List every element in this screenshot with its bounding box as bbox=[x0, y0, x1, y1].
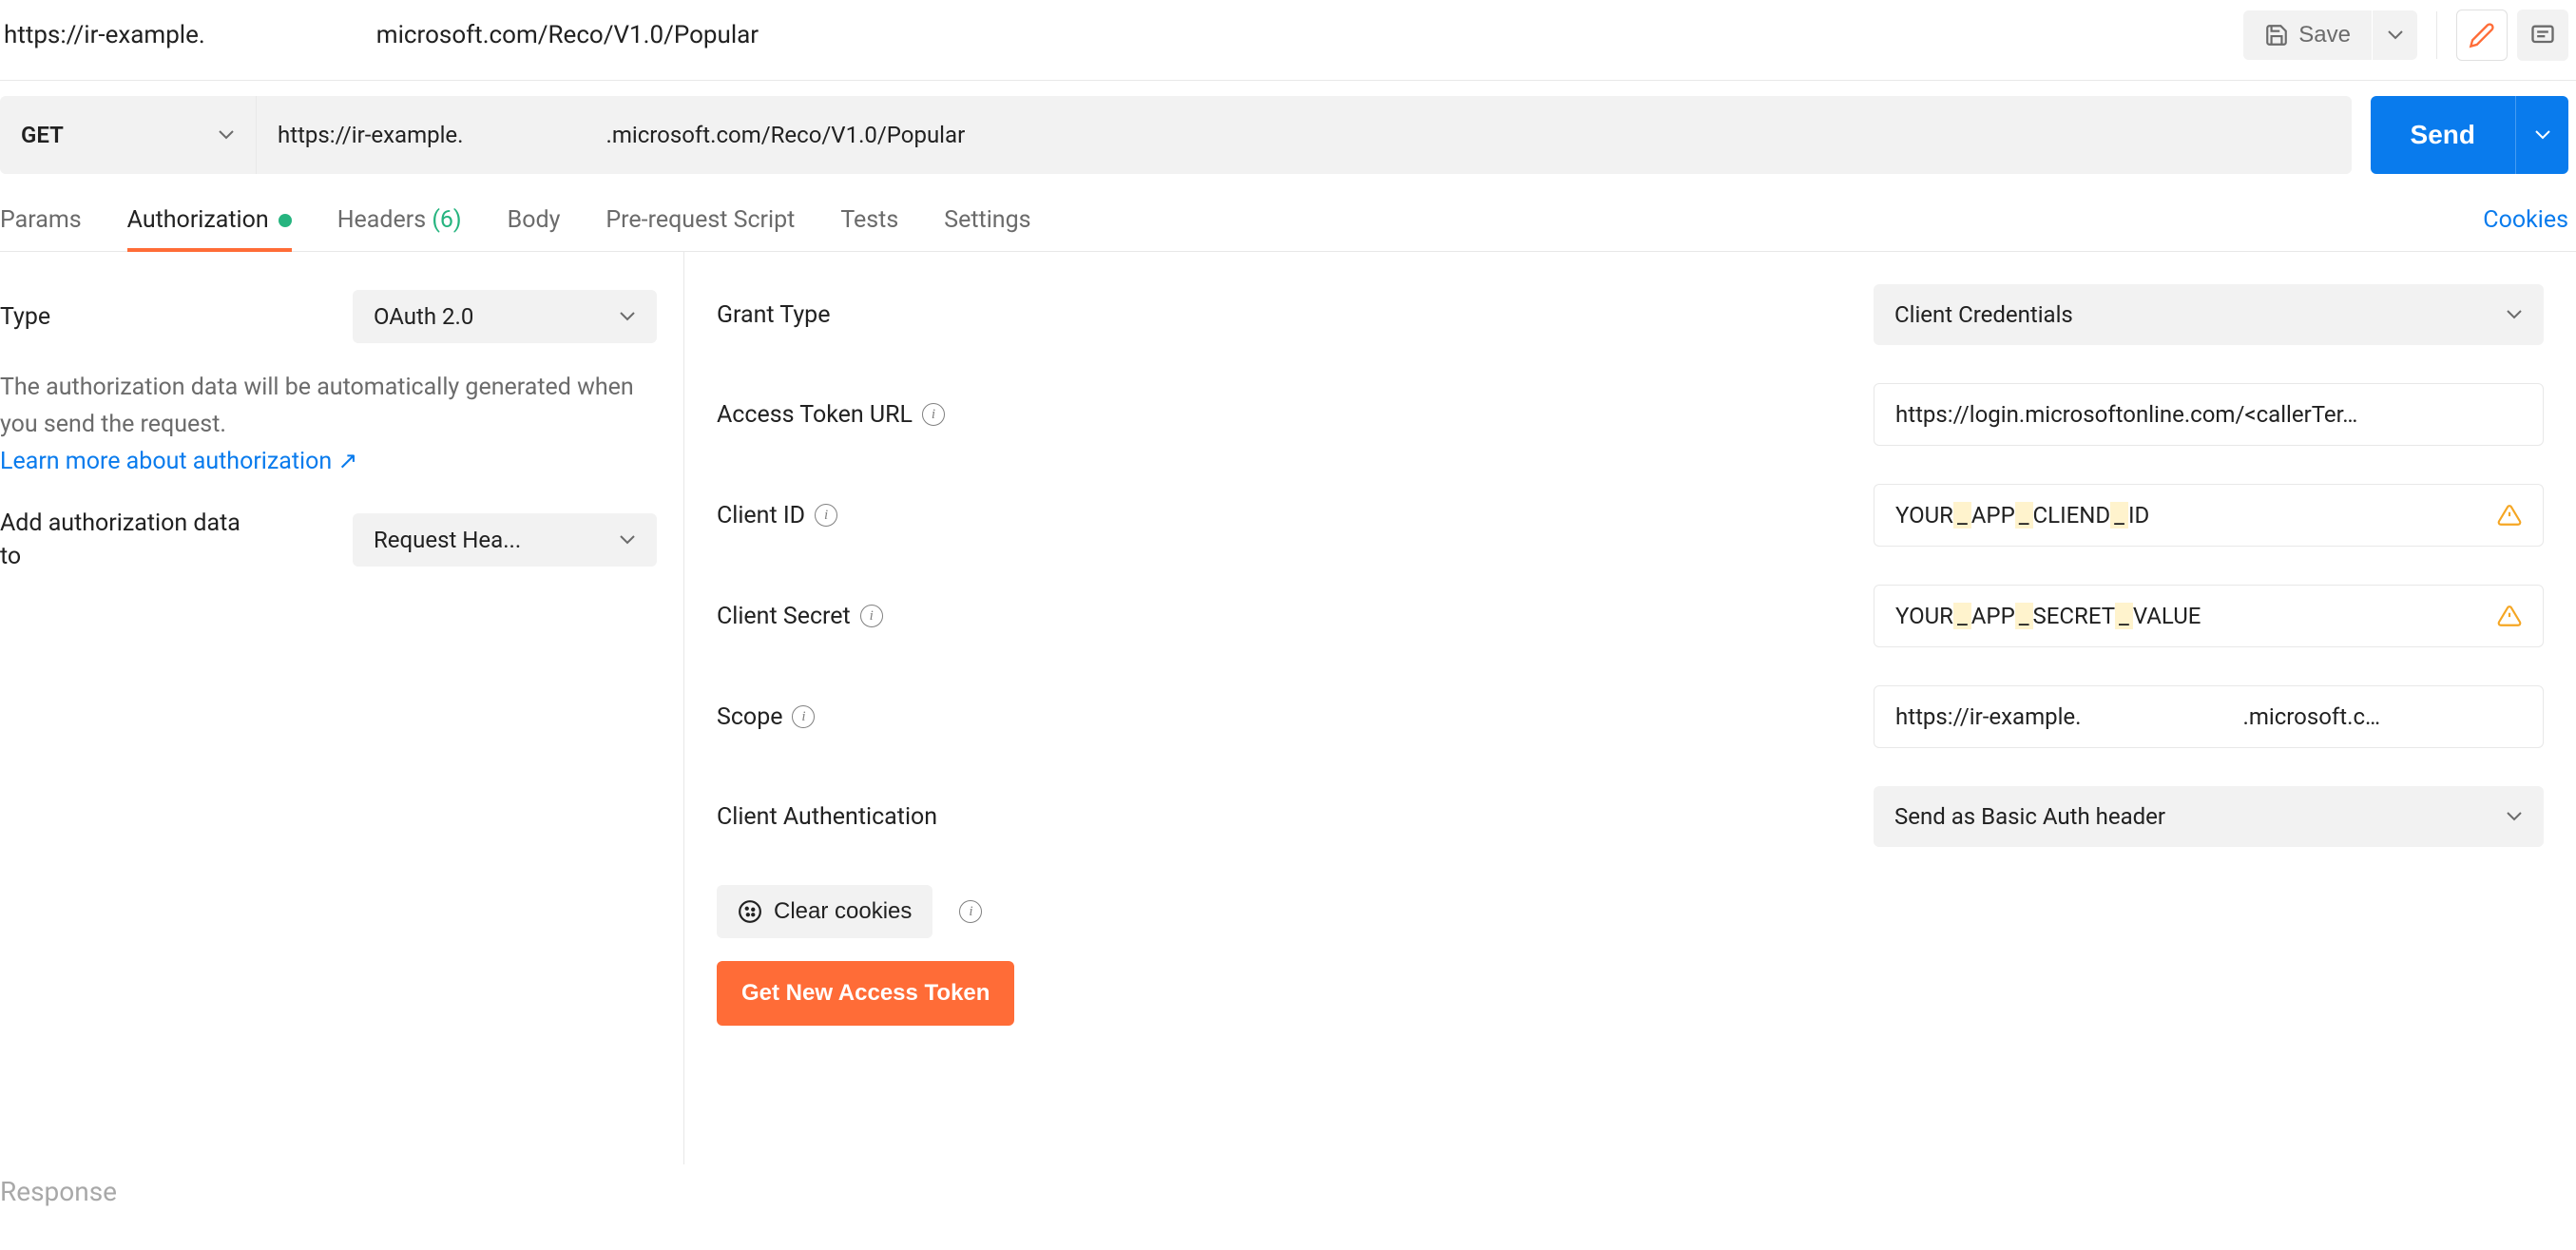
request-title: https://ir-example.microsoft.com/Reco/V1… bbox=[0, 21, 759, 49]
send-group: Send bbox=[2371, 96, 2568, 174]
add-auth-to-label: Add authorization data to bbox=[0, 507, 266, 573]
http-method-value: GET bbox=[21, 122, 64, 148]
client-secret-label: Client Secret i bbox=[717, 603, 883, 630]
tab-params[interactable]: Params bbox=[0, 189, 82, 251]
tab-prerequest[interactable]: Pre-request Script bbox=[606, 189, 795, 251]
tab-headers[interactable]: Headers (6) bbox=[337, 189, 462, 251]
save-group: Save bbox=[2243, 10, 2417, 60]
topbar-actions: Save bbox=[2243, 10, 2576, 61]
scope-label: Scope i bbox=[717, 703, 815, 731]
send-button[interactable]: Send bbox=[2371, 96, 2515, 174]
grant-type-select[interactable]: Client Credentials bbox=[1874, 284, 2544, 345]
auth-help-text: The authorization data will be automatic… bbox=[0, 370, 657, 480]
top-bar: https://ir-example.microsoft.com/Reco/V1… bbox=[0, 0, 2576, 81]
send-dropdown[interactable] bbox=[2515, 96, 2568, 174]
info-icon[interactable]: i bbox=[860, 605, 883, 627]
auth-type-select[interactable]: OAuth 2.0 bbox=[353, 290, 657, 343]
learn-more-link[interactable]: Learn more about authorization ↗ bbox=[0, 448, 357, 475]
info-icon[interactable]: i bbox=[792, 705, 815, 728]
client-auth-label: Client Authentication bbox=[717, 803, 937, 831]
comment-icon bbox=[2529, 22, 2556, 48]
save-icon bbox=[2264, 23, 2289, 48]
divider bbox=[2436, 11, 2437, 59]
warning-icon bbox=[2497, 604, 2522, 628]
save-button[interactable]: Save bbox=[2243, 10, 2372, 60]
access-token-url-input[interactable]: https://login.microsoftonline.com/<calle… bbox=[1874, 383, 2544, 446]
auth-type-label: Type bbox=[0, 303, 50, 331]
request-tabs: Params Authorization Headers (6) Body Pr… bbox=[0, 189, 2576, 252]
info-icon[interactable]: i bbox=[815, 504, 837, 527]
warning-icon bbox=[2497, 503, 2522, 528]
comment-button[interactable] bbox=[2517, 10, 2568, 61]
tab-body[interactable]: Body bbox=[508, 189, 561, 251]
grant-type-label: Grant Type bbox=[717, 301, 830, 329]
cookies-link[interactable]: Cookies bbox=[2483, 206, 2576, 234]
url-input[interactable]: https://ir-example. .microsoft.com/Reco/… bbox=[257, 96, 2352, 174]
edit-button[interactable] bbox=[2456, 10, 2508, 61]
save-label: Save bbox=[2298, 22, 2351, 48]
client-id-input[interactable]: YOUR_APP_CLIEND_ID bbox=[1874, 484, 2544, 547]
request-title-url: https://ir-example.microsoft.com/Reco/V1… bbox=[4, 21, 759, 49]
client-auth-select[interactable]: Send as Basic Auth header bbox=[1874, 786, 2544, 847]
status-dot-icon bbox=[279, 214, 292, 227]
get-new-access-token-button[interactable]: Get New Access Token bbox=[717, 961, 1014, 1026]
pencil-icon bbox=[2469, 22, 2495, 48]
auth-config: Grant Type Client Credentials Access Tok… bbox=[684, 252, 2576, 1164]
response-section-label: Response bbox=[0, 1164, 2576, 1207]
info-icon[interactable]: i bbox=[959, 900, 982, 923]
info-icon[interactable]: i bbox=[922, 403, 945, 426]
authorization-panel: Type OAuth 2.0 The authorization data wi… bbox=[0, 252, 2576, 1164]
save-dropdown[interactable] bbox=[2372, 10, 2417, 60]
http-method-select[interactable]: GET bbox=[0, 96, 257, 174]
add-auth-to-select[interactable]: Request Hea... bbox=[353, 513, 657, 567]
tab-settings[interactable]: Settings bbox=[944, 189, 1030, 251]
method-url-group: GET https://ir-example. .microsoft.com/R… bbox=[0, 96, 2352, 174]
client-secret-input[interactable]: YOUR_APP_SECRET_VALUE bbox=[1874, 585, 2544, 647]
tab-authorization[interactable]: Authorization bbox=[127, 189, 292, 251]
client-id-label: Client ID i bbox=[717, 502, 837, 529]
cookie-icon bbox=[738, 899, 762, 924]
clear-cookies-button[interactable]: Clear cookies bbox=[717, 885, 932, 938]
request-bar: GET https://ir-example. .microsoft.com/R… bbox=[0, 81, 2576, 189]
tab-tests[interactable]: Tests bbox=[840, 189, 898, 251]
auth-sidebar: Type OAuth 2.0 The authorization data wi… bbox=[0, 252, 684, 1164]
access-token-url-label: Access Token URL i bbox=[717, 401, 945, 429]
scope-input[interactable]: https://ir-example..microsoft.c… bbox=[1874, 685, 2544, 748]
